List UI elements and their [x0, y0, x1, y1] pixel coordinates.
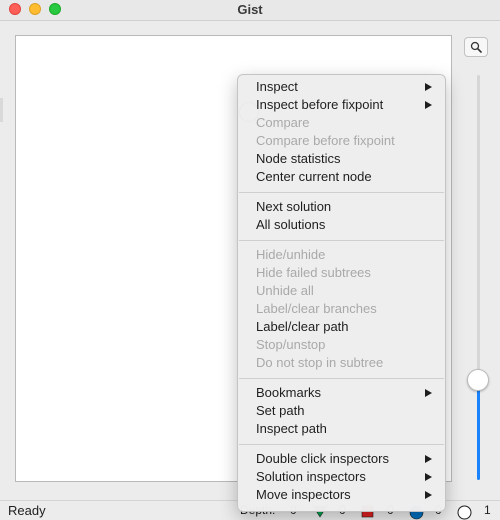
- menu-item-hide-unhide: Hide/unhide: [256, 247, 326, 262]
- menu-item-hide-failed-subtrees: Hide failed subtrees: [256, 265, 371, 280]
- menu-item-center-current-node[interactable]: Center current node: [256, 168, 372, 186]
- menu-item-inspect-path[interactable]: Inspect path: [256, 420, 327, 438]
- menu-item-next-solution[interactable]: Next solution: [256, 198, 331, 216]
- submenu-arrow-icon: [425, 491, 432, 499]
- menu-item-solution-inspectors[interactable]: Solution inspectors: [256, 468, 366, 486]
- submenu-arrow-icon: [425, 455, 432, 463]
- submenu-arrow-icon: [425, 389, 432, 397]
- window-title: Gist: [237, 2, 263, 17]
- open-count: 1: [484, 503, 491, 517]
- menu-separator: [239, 192, 444, 193]
- menu-item-stop-unstop: Stop/unstop: [256, 337, 326, 352]
- menu-item-label-clear-path[interactable]: Label/clear path: [256, 318, 349, 336]
- zoom-to-fit-button[interactable]: [464, 37, 488, 57]
- menu-item-unhide-all: Unhide all: [256, 283, 314, 298]
- menu-separator: [239, 444, 444, 445]
- zoom-slider-handle[interactable]: [467, 369, 489, 391]
- status-text: Ready: [8, 503, 46, 518]
- menu-item-compare-before-fixpoint: Compare before fixpoint: [256, 133, 395, 148]
- menu-separator: [239, 378, 444, 379]
- menu-item-bookmarks[interactable]: Bookmarks: [256, 384, 321, 402]
- menu-item-set-path[interactable]: Set path: [256, 402, 304, 420]
- menu-item-double-click-inspectors[interactable]: Double click inspectors: [256, 450, 389, 468]
- submenu-arrow-icon: [425, 83, 432, 91]
- submenu-arrow-icon: [425, 473, 432, 481]
- menu-item-inspect-before-fixpoint[interactable]: Inspect before fixpoint: [256, 96, 383, 114]
- menu-item-compare: Compare: [256, 115, 310, 130]
- magnifier-icon: [470, 41, 482, 53]
- title-bar: Gist: [0, 0, 500, 21]
- menu-item-do-not-stop-in-subtree: Do not stop in subtree: [256, 355, 384, 370]
- zoom-slider-track[interactable]: [477, 75, 480, 375]
- menu-item-inspect[interactable]: Inspect: [256, 78, 298, 96]
- menu-item-all-solutions[interactable]: All solutions: [256, 216, 325, 234]
- menu-item-node-statistics[interactable]: Node statistics: [256, 150, 341, 168]
- zoom-slider-fill[interactable]: [477, 380, 480, 480]
- menu-item-label-clear-branches: Label/clear branches: [256, 301, 377, 316]
- menu-item-move-inspectors[interactable]: Move inspectors: [256, 486, 351, 504]
- node-context-menu: Inspect Inspect before fixpoint Compare …: [237, 74, 446, 512]
- menu-separator: [239, 240, 444, 241]
- submenu-arrow-icon: [425, 101, 432, 109]
- window-edge: [0, 98, 3, 122]
